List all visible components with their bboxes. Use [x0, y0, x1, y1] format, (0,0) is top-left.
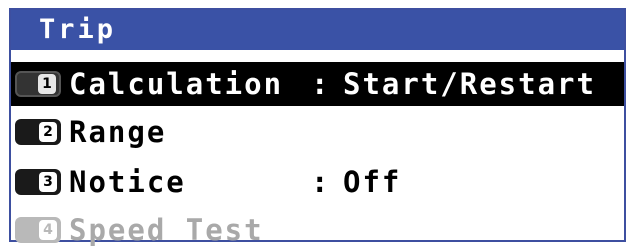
menu-item-separator: : [311, 165, 329, 199]
menu-item-range[interactable]: 2 Range [11, 110, 624, 154]
menu-item-label: Range [69, 115, 167, 149]
key-1-icon: 1 [15, 71, 61, 97]
menu-item-speed-test: 4 Speed Test [11, 208, 624, 252]
menu-title: Trip [39, 14, 117, 45]
key-4-icon: 4 [15, 217, 61, 243]
key-number: 2 [39, 122, 57, 142]
menu-item-label: Notice [69, 165, 186, 199]
key-3-icon: 3 [15, 169, 61, 195]
menu-item-label: Calculation [69, 67, 284, 101]
key-2-icon: 2 [15, 119, 61, 145]
key-number: 3 [39, 172, 57, 192]
menu-item-value: Start/Restart [343, 67, 596, 101]
menu-item-notice[interactable]: 3 Notice : Off [11, 160, 624, 204]
menu-item-label: Speed Test [69, 213, 264, 247]
menu-item-separator: : [311, 67, 329, 101]
key-number: 1 [38, 74, 56, 94]
menu-item-value: Off [343, 165, 402, 199]
title-bar: Trip [11, 10, 624, 50]
trip-menu-window: Trip 1 Calculation : Start/Restart 2 Ran… [9, 8, 626, 247]
key-number: 4 [39, 220, 57, 240]
menu-item-calculation[interactable]: 1 Calculation : Start/Restart [11, 62, 624, 106]
